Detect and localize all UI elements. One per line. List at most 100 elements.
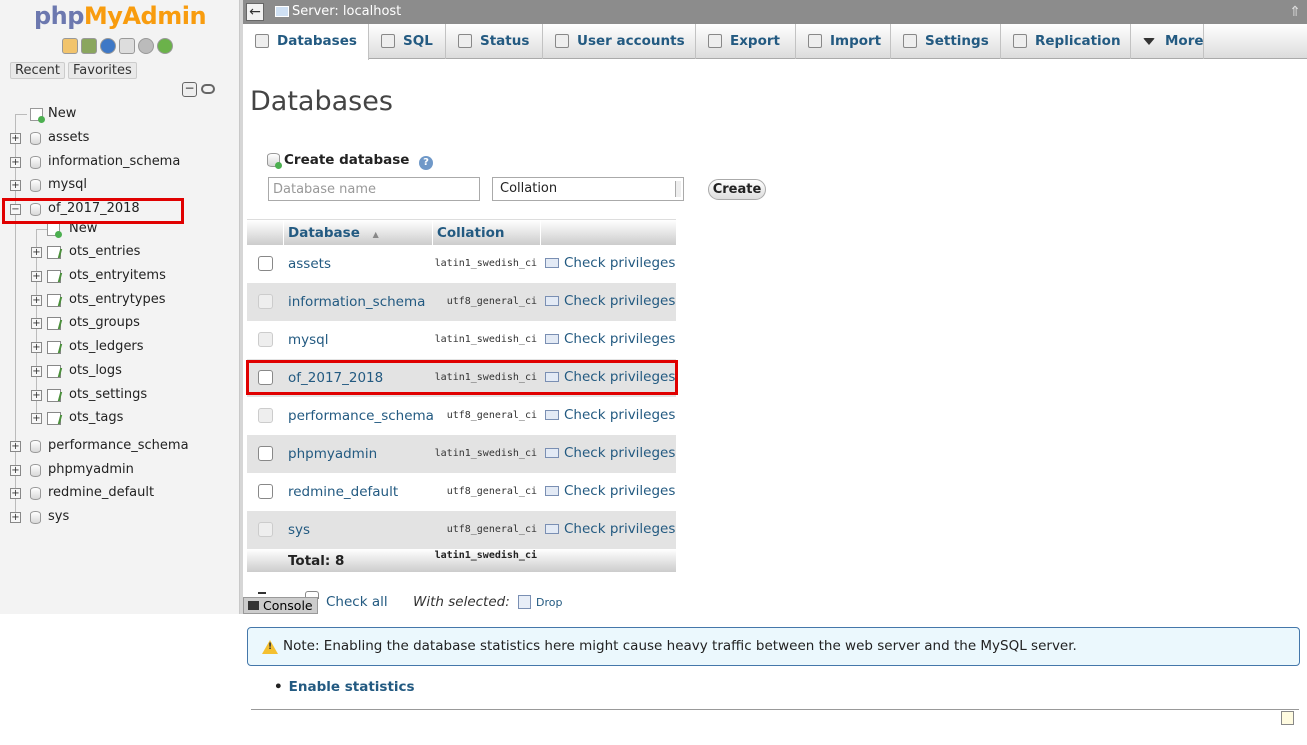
tree-item-mysql[interactable]: + mysql <box>0 175 240 195</box>
check-privileges-link[interactable]: Check privileges <box>545 435 675 471</box>
tree-item-assets[interactable]: + assets <box>0 128 240 148</box>
database-name-link[interactable]: information_schema <box>288 283 425 321</box>
row-checkbox[interactable] <box>258 256 273 271</box>
privileges-icon <box>545 524 559 534</box>
check-privileges-link[interactable]: Check privileges <box>545 245 675 281</box>
back-arrow-icon[interactable]: ← <box>246 3 264 21</box>
expand-icon[interactable]: + <box>10 465 21 476</box>
home-icon[interactable] <box>62 38 78 54</box>
tree-item-ots-ledgers[interactable]: + ots_ledgers <box>0 337 240 357</box>
tree-item-ots-entryitems[interactable]: + ots_entryitems <box>0 266 240 286</box>
recent-tab[interactable]: Recent <box>10 62 65 79</box>
tab-user-accounts[interactable]: User accounts <box>543 24 696 59</box>
expand-icon[interactable]: + <box>31 247 42 258</box>
tab-more[interactable]: More <box>1131 24 1204 59</box>
expand-icon[interactable]: + <box>10 441 21 452</box>
check-privileges-link[interactable]: Check privileges <box>545 397 675 433</box>
tab-label: SQL <box>403 33 433 49</box>
tree-item-sys[interactable]: + sys <box>0 507 240 527</box>
tree-item-redmine-default[interactable]: + redmine_default <box>0 483 240 503</box>
database-name-link[interactable]: mysql <box>288 321 329 359</box>
tree-item-ots-tags[interactable]: + ots_tags <box>0 408 240 428</box>
expand-icon[interactable]: + <box>31 342 42 353</box>
row-checkbox[interactable] <box>258 484 273 499</box>
collation-value: utf8_general_ci <box>446 296 537 307</box>
table-icon <box>47 412 61 425</box>
tab-sql[interactable]: SQL <box>369 24 446 59</box>
settings-icon[interactable] <box>138 38 154 54</box>
tree-item-information-schema[interactable]: + information_schema <box>0 152 240 172</box>
scroll-top-icon[interactable]: ⇑ <box>1289 0 1301 24</box>
database-name-link[interactable]: sys <box>288 511 310 549</box>
check-privileges-link[interactable]: Check privileges <box>545 511 675 547</box>
tree-item-ots-settings[interactable]: + ots_settings <box>0 385 240 405</box>
tree-item-label: mysql <box>48 177 87 192</box>
tree-item-new[interactable]: New <box>0 104 240 124</box>
check-privileges-link[interactable]: Check privileges <box>545 321 675 357</box>
expand-icon[interactable]: + <box>31 295 42 306</box>
docs-icon[interactable] <box>119 38 135 54</box>
tab-export[interactable]: Export <box>696 24 796 59</box>
database-name-link[interactable]: performance_schema <box>288 397 434 435</box>
tree-item-ots-entrytypes[interactable]: + ots_entrytypes <box>0 290 240 310</box>
check-privileges-link[interactable]: Check privileges <box>545 473 675 509</box>
tab-status[interactable]: Status <box>446 24 543 59</box>
expand-icon[interactable]: + <box>10 488 21 499</box>
expand-icon[interactable]: + <box>10 180 21 191</box>
user-accounts-icon <box>555 34 569 48</box>
check-all-link[interactable]: Check all <box>326 594 388 610</box>
page-related-icon[interactable] <box>1281 711 1294 725</box>
reload-icon[interactable] <box>157 38 173 54</box>
row-checkbox <box>258 522 273 537</box>
collation-column-header[interactable]: Collation <box>437 220 505 246</box>
help-icon[interactable]: ? <box>419 156 433 170</box>
tree-item-phpmyadmin[interactable]: + phpmyadmin <box>0 460 240 480</box>
link-with-main-icon[interactable] <box>201 84 215 94</box>
tab-import[interactable]: Import <box>796 24 891 59</box>
expand-icon[interactable]: + <box>10 157 21 168</box>
help-icon[interactable] <box>100 38 116 54</box>
collation-select[interactable]: Collation <box>492 177 684 201</box>
expand-icon[interactable]: + <box>10 133 21 144</box>
collation-value: utf8_general_ci <box>446 410 537 421</box>
row-checkbox[interactable] <box>258 446 273 461</box>
favorites-tab[interactable]: Favorites <box>68 62 137 79</box>
expand-icon[interactable]: + <box>31 413 42 424</box>
expand-icon[interactable]: + <box>10 512 21 523</box>
phpmyadmin-logo[interactable]: phpMyAdmin <box>0 2 240 30</box>
drop-link[interactable]: Drop <box>536 596 562 609</box>
database-name-link[interactable]: phpmyadmin <box>288 435 377 473</box>
expand-icon[interactable]: + <box>31 271 42 282</box>
tab-databases[interactable]: Databases <box>243 24 369 60</box>
tab-label: Export <box>730 33 780 49</box>
expand-icon[interactable]: + <box>31 318 42 329</box>
expand-icon[interactable]: + <box>31 390 42 401</box>
new-icon <box>30 108 45 123</box>
check-privileges-link[interactable]: Check privileges <box>545 283 675 319</box>
exit-icon[interactable] <box>81 38 97 54</box>
server-breadcrumb[interactable]: Server: localhost <box>292 0 401 24</box>
database-name-link[interactable]: redmine_default <box>288 473 398 511</box>
table-footer: Total: 8 latin1_swedish_ci <box>247 549 676 572</box>
collapse-all-icon[interactable]: − <box>182 82 197 97</box>
enable-statistics-link[interactable]: Enable statistics <box>289 679 415 695</box>
tree-item-performance-schema[interactable]: + performance_schema <box>0 436 240 456</box>
table-row: information_schema utf8_general_ci Check p… <box>247 283 676 321</box>
tree-item-ots-groups[interactable]: + ots_groups <box>0 313 240 333</box>
expand-icon[interactable]: + <box>31 366 42 377</box>
tab-replication[interactable]: Replication <box>1001 24 1131 59</box>
database-column-header[interactable]: Database ▲ <box>288 220 379 246</box>
drop-icon[interactable] <box>518 595 531 609</box>
sql-icon <box>381 34 395 48</box>
create-button[interactable]: Create <box>708 179 766 200</box>
database-name-input[interactable] <box>268 177 480 201</box>
table-row: phpmyadmin latin1_swedish_ci Check privile… <box>247 435 676 473</box>
tab-label: Databases <box>277 33 357 49</box>
tab-settings[interactable]: Settings <box>891 24 1001 59</box>
console-tab[interactable]: Console <box>243 597 318 614</box>
tree-item-ots-entries[interactable]: + ots_entries <box>0 242 240 262</box>
database-icon <box>30 132 41 145</box>
tree-item-ots-logs[interactable]: + ots_logs <box>0 361 240 381</box>
panel-splitter[interactable] <box>240 0 243 614</box>
database-name-link[interactable]: assets <box>288 245 331 283</box>
